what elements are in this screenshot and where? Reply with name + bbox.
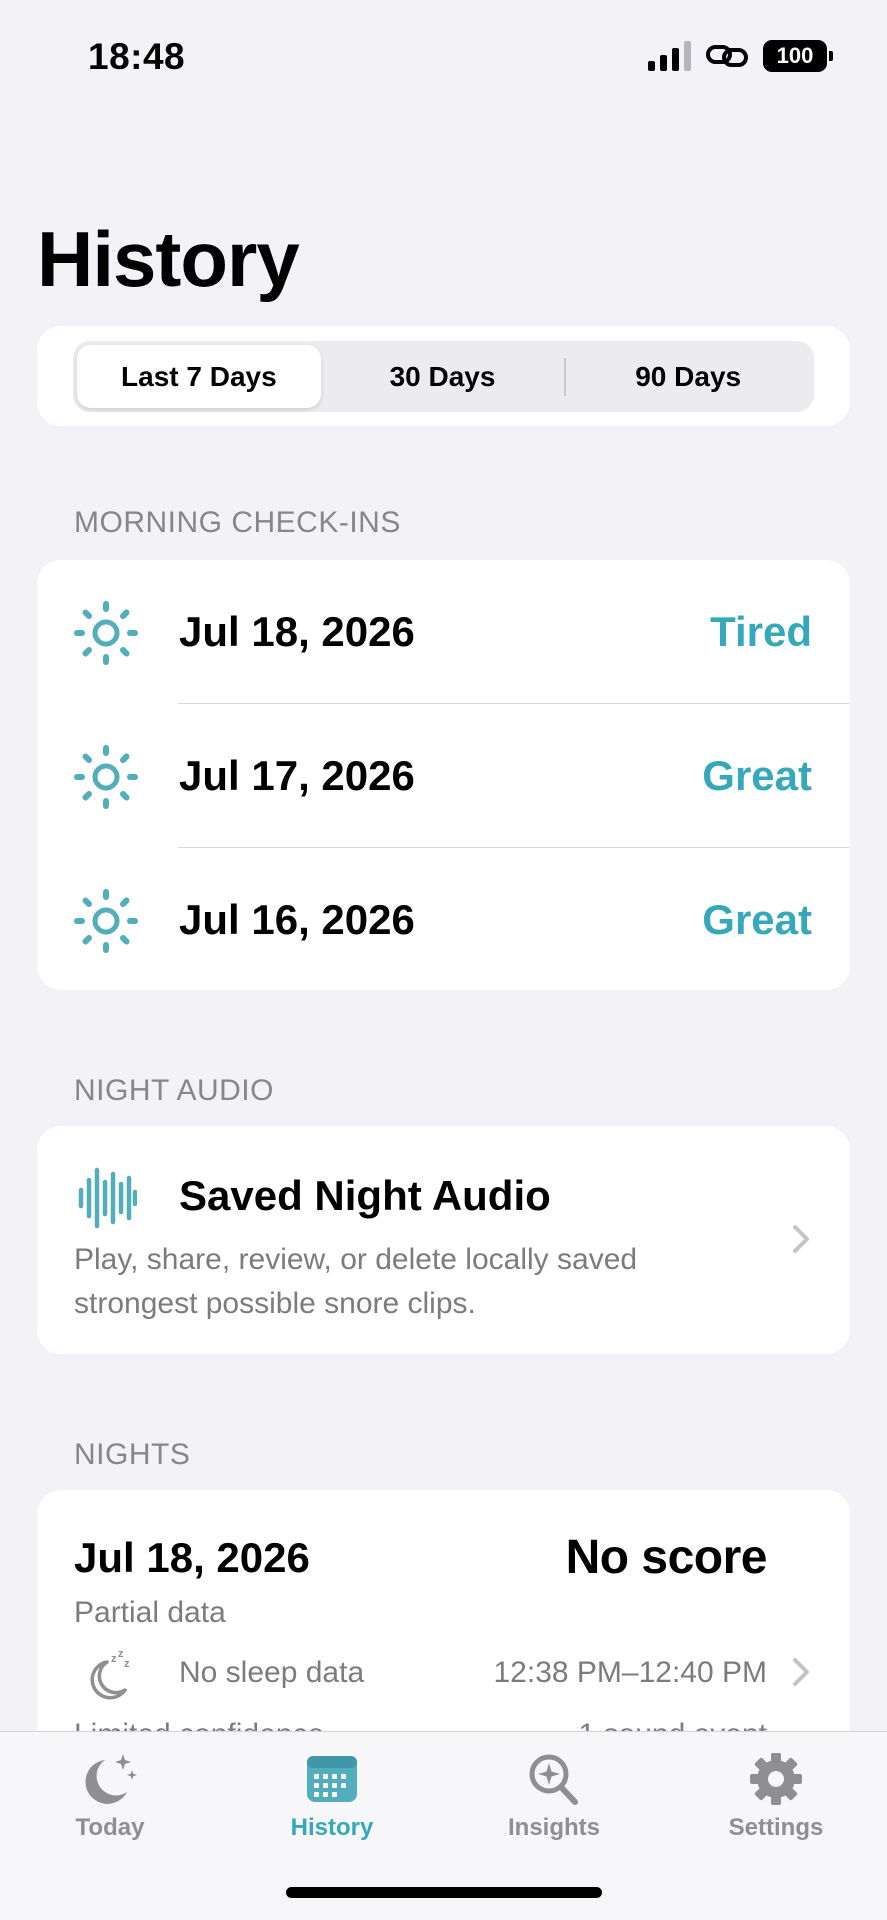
checkin-mood: Great [702,896,812,943]
section-header-night-audio: NIGHT AUDIO [74,1074,274,1107]
segment-30-days[interactable]: 30 Days [321,345,565,408]
chevron-right-icon [793,1658,809,1686]
page-title: History [37,215,300,303]
night-audio-description: Play, share, review, or delete locally s… [74,1243,638,1320]
svg-text:z: z [124,1658,130,1670]
gear-icon [750,1753,802,1805]
morning-checkins-card: Jul 18, 2026 Tired Jul 17, 2026 Great Ju… [37,560,850,990]
tab-insights[interactable]: Insights [474,1732,634,1852]
sun-icon [74,601,138,665]
status-bar: 18:48 100 [0,0,887,110]
tab-label: Today [75,1814,145,1841]
section-header-nights: NIGHTS [74,1438,191,1471]
segment-90-days[interactable]: 90 Days [566,345,810,408]
tab-today[interactable]: Today [30,1732,190,1852]
range-segmented-control: Last 7 Days 30 Days 90 Days [73,341,814,412]
night-score: No score [565,1531,768,1584]
night-status: Partial data [74,1596,226,1629]
checkin-row[interactable]: Jul 18, 2026 Tired [37,560,850,704]
checkin-mood: Great [702,752,812,799]
battery-icon: 100 [763,40,833,72]
tab-label: History [290,1814,374,1841]
status-icons: 100 [648,40,833,72]
battery-level: 100 [776,43,814,68]
sun-icon [74,745,138,809]
checkin-row[interactable]: Jul 16, 2026 Great [37,848,850,990]
section-header-morning-checkins: MORNING CHECK-INS [74,506,401,539]
calendar-icon [307,1756,357,1802]
waveform-icon [78,1167,137,1229]
link-icon [706,45,748,67]
night-audio-title: Saved Night Audio [179,1172,551,1219]
tab-label: Settings [728,1814,824,1841]
svg-text:z: z [111,1653,117,1665]
night-time-range: 12:38 PM–12:40 PM [493,1656,767,1689]
magnifier-sparkle-icon [529,1754,578,1805]
chevron-right-icon [793,1225,809,1253]
checkin-row[interactable]: Jul 17, 2026 Great [37,704,850,848]
checkin-date: Jul 18, 2026 [179,608,415,655]
checkin-date: Jul 16, 2026 [179,896,415,943]
moon-zzz-icon: z z z [90,1648,130,1700]
cellular-signal-icon [648,41,691,71]
segment-last-7-days[interactable]: Last 7 Days [77,345,321,408]
night-sleep-data: No sleep data [179,1656,365,1689]
tab-history[interactable]: History [252,1732,412,1852]
saved-night-audio-row[interactable]: Saved Night Audio Play, share, review, o… [37,1126,850,1354]
tab-settings[interactable]: Settings [696,1732,856,1852]
sun-icon [74,889,138,953]
home-indicator [286,1887,602,1898]
status-time: 18:48 [88,36,186,77]
moon-stars-icon [85,1754,137,1804]
night-date: Jul 18, 2026 [74,1534,310,1581]
range-selector-card: Last 7 Days 30 Days 90 Days [37,326,850,426]
checkin-mood: Tired [710,608,812,655]
tab-label: Insights [507,1814,600,1841]
checkin-date: Jul 17, 2026 [179,752,415,799]
